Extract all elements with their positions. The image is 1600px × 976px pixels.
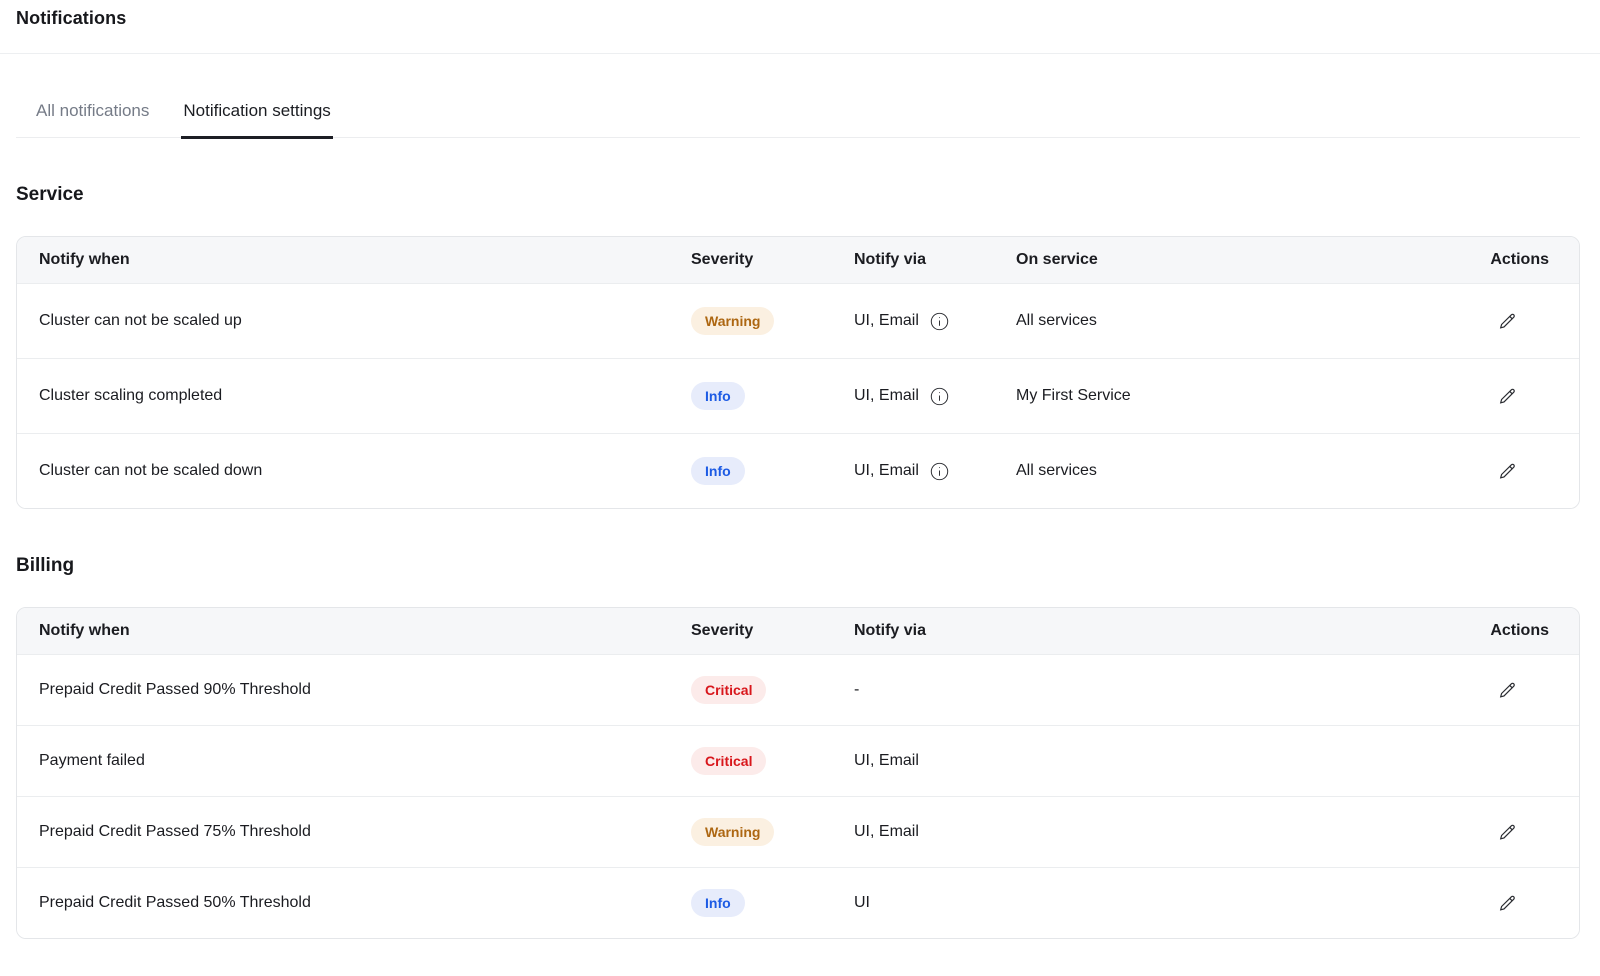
tab-notification-settings[interactable]: Notification settings <box>181 54 332 139</box>
billing-table-header: Notify when Severity Notify via Actions <box>17 608 1579 654</box>
edit-button[interactable] <box>1498 681 1517 700</box>
severity-badge: Info <box>691 382 745 410</box>
column-header-notify-via: Notify via <box>854 251 1016 269</box>
page-title: Notifications <box>16 8 1584 29</box>
on-service-cell: My First Service <box>1016 387 1407 405</box>
table-row: Cluster can not be scaled down Info UI, … <box>17 433 1579 508</box>
pencil-icon <box>1498 681 1517 700</box>
table-row: Payment failed Critical UI, Email <box>17 725 1579 796</box>
notify-via-cell: UI, Email <box>854 823 1407 841</box>
column-header-notify-when: Notify when <box>17 622 691 640</box>
pencil-icon <box>1498 312 1517 331</box>
notify-when-cell: Cluster can not be scaled down <box>17 462 691 480</box>
column-header-on-service: On service <box>1016 251 1407 269</box>
notify-when-cell: Prepaid Credit Passed 75% Threshold <box>17 823 691 841</box>
info-circle-icon[interactable] <box>929 461 950 482</box>
severity-badge: Warning <box>691 307 774 335</box>
table-row: Cluster scaling completed Info UI, Email… <box>17 358 1579 433</box>
info-circle-icon[interactable] <box>929 386 950 407</box>
on-service-cell: All services <box>1016 312 1407 330</box>
on-service-cell: All services <box>1016 462 1407 480</box>
service-section-title: Service <box>16 184 1580 206</box>
column-header-actions: Actions <box>1490 251 1579 269</box>
severity-badge: Info <box>691 889 745 917</box>
service-table: Notify when Severity Notify via On servi… <box>16 236 1580 509</box>
edit-button[interactable] <box>1498 462 1517 481</box>
notify-via-cell: UI, Email <box>854 387 919 405</box>
notify-via-cell: UI <box>854 894 1407 912</box>
notify-when-cell: Prepaid Credit Passed 90% Threshold <box>17 681 691 699</box>
notify-via-cell: UI, Email <box>854 462 919 480</box>
notify-via-cell: UI, Email <box>854 312 919 330</box>
severity-badge: Critical <box>691 747 766 775</box>
notify-when-cell: Payment failed <box>17 752 691 770</box>
notify-when-cell: Prepaid Credit Passed 50% Threshold <box>17 894 691 912</box>
column-header-notify-when: Notify when <box>17 251 691 269</box>
service-table-header: Notify when Severity Notify via On servi… <box>17 237 1579 283</box>
column-header-notify-via: Notify via <box>854 622 1407 640</box>
edit-button[interactable] <box>1498 312 1517 331</box>
table-row: Prepaid Credit Passed 90% Threshold Crit… <box>17 654 1579 725</box>
info-circle-icon[interactable] <box>929 311 950 332</box>
notify-via-cell: UI, Email <box>854 752 1407 770</box>
notify-when-cell: Cluster can not be scaled up <box>17 312 691 330</box>
severity-badge: Warning <box>691 818 774 846</box>
pencil-icon <box>1498 462 1517 481</box>
billing-table: Notify when Severity Notify via Actions … <box>16 607 1580 939</box>
page-header: Notifications <box>0 0 1600 29</box>
table-row: Prepaid Credit Passed 75% Threshold Warn… <box>17 796 1579 867</box>
table-row: Prepaid Credit Passed 50% Threshold Info… <box>17 867 1579 938</box>
column-header-severity: Severity <box>691 622 854 640</box>
column-header-actions: Actions <box>1490 622 1579 640</box>
tab-bar: All notifications Notification settings <box>16 54 1580 138</box>
pencil-icon <box>1498 823 1517 842</box>
pencil-icon <box>1498 894 1517 913</box>
severity-badge: Info <box>691 457 745 485</box>
tab-all-notifications[interactable]: All notifications <box>34 54 151 139</box>
edit-button[interactable] <box>1498 823 1517 842</box>
notify-via-cell: - <box>854 681 1407 699</box>
notify-when-cell: Cluster scaling completed <box>17 387 691 405</box>
severity-badge: Critical <box>691 676 766 704</box>
table-row: Cluster can not be scaled up Warning UI,… <box>17 283 1579 358</box>
billing-section-title: Billing <box>16 555 1580 577</box>
edit-button[interactable] <box>1498 894 1517 913</box>
billing-section: Billing Notify when Severity Notify via … <box>16 555 1580 939</box>
service-section: Service Notify when Severity Notify via … <box>16 184 1580 509</box>
pencil-icon <box>1498 387 1517 406</box>
edit-button[interactable] <box>1498 387 1517 406</box>
column-header-severity: Severity <box>691 251 854 269</box>
